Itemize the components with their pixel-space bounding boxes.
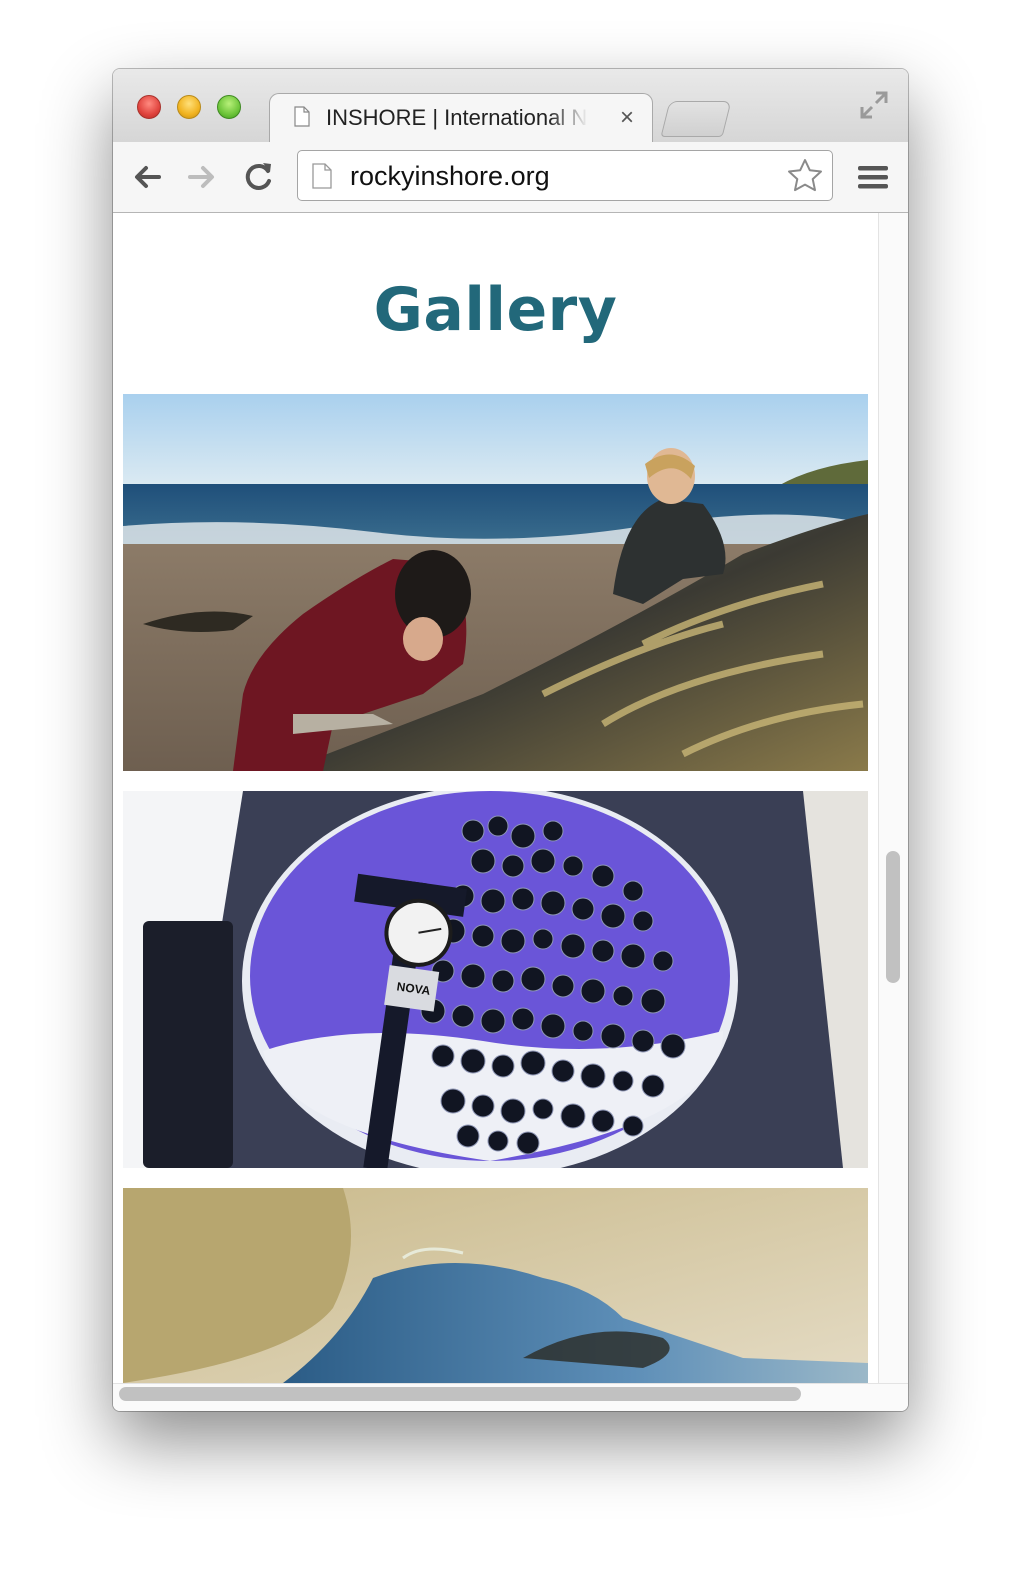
vertical-scrollbar-thumb[interactable] bbox=[886, 851, 900, 983]
tab-active[interactable]: INSHORE | International Network × bbox=[269, 93, 653, 144]
rock-pool-photo[interactable] bbox=[123, 1188, 868, 1383]
vertical-scrollbar[interactable] bbox=[878, 213, 908, 1383]
document-icon bbox=[294, 106, 310, 127]
url-text[interactable]: rockyinshore.org bbox=[350, 161, 550, 191]
zoom-window-button[interactable] bbox=[217, 95, 241, 119]
back-arrow-icon[interactable] bbox=[129, 159, 165, 195]
page-content: Gallery NOVA bbox=[113, 213, 878, 1383]
forward-arrow-icon[interactable] bbox=[184, 159, 220, 195]
minimize-window-button[interactable] bbox=[177, 95, 201, 119]
new-tab-button[interactable] bbox=[660, 101, 732, 137]
horizontal-scrollbar-thumb[interactable] bbox=[119, 1387, 801, 1401]
fullscreen-icon[interactable] bbox=[858, 89, 890, 121]
page-icon bbox=[312, 163, 332, 189]
hamburger-menu-icon[interactable] bbox=[857, 163, 889, 191]
tab-strip: INSHORE | International Network × bbox=[113, 69, 908, 144]
beach-survey-photo[interactable] bbox=[123, 394, 868, 771]
browser-window: INSHORE | International Network × rockyi… bbox=[113, 69, 908, 1411]
bookmark-star-icon[interactable] bbox=[786, 157, 824, 195]
page-title: Gallery bbox=[373, 275, 618, 345]
tab-close-icon[interactable]: × bbox=[620, 104, 634, 132]
address-bar[interactable]: rockyinshore.org bbox=[297, 150, 833, 201]
browser-toolbar: rockyinshore.org bbox=[113, 142, 908, 213]
tab-title: INSHORE | International Network bbox=[326, 105, 588, 130]
close-window-button[interactable] bbox=[137, 95, 161, 119]
reload-icon[interactable] bbox=[241, 159, 277, 195]
snails-and-caliper-photo[interactable]: NOVA bbox=[123, 791, 868, 1168]
